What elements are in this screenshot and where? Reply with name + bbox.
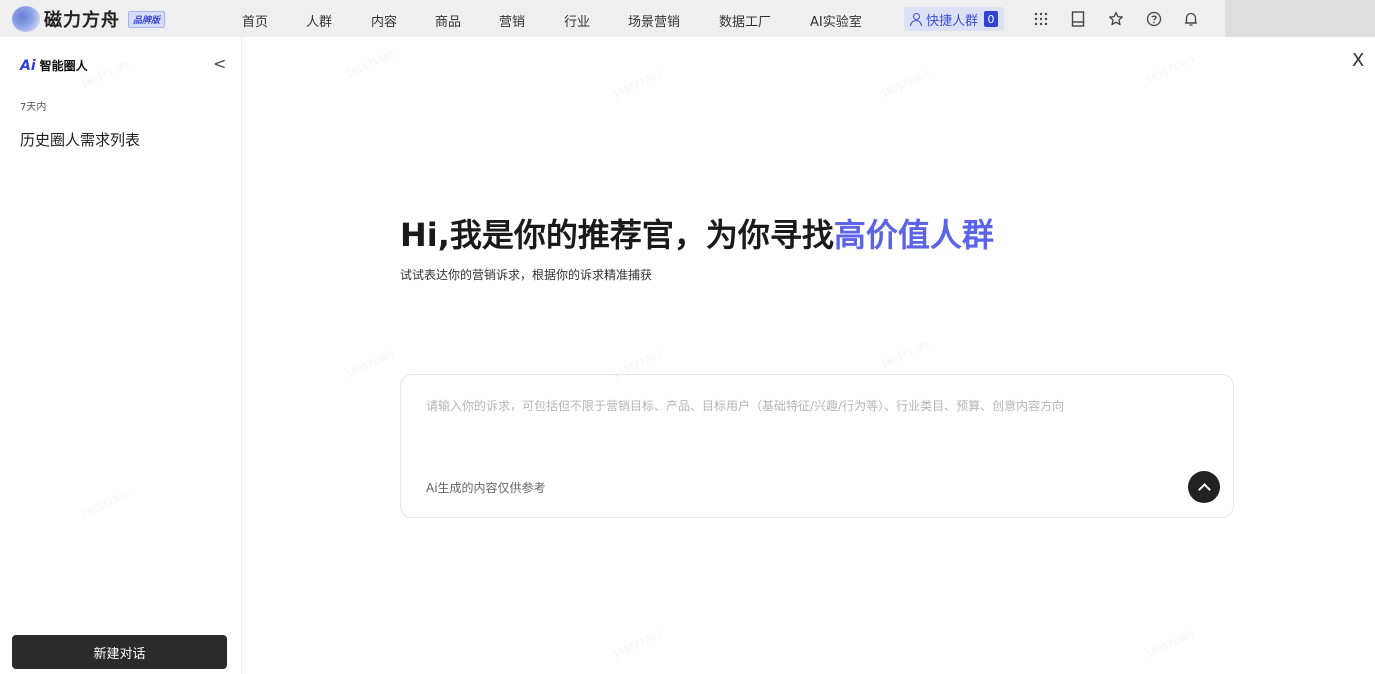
brand[interactable]: 磁力方舟 品牌版 xyxy=(12,6,166,32)
watermark: 165571385 xyxy=(345,349,397,381)
star-icon[interactable] xyxy=(1106,9,1126,29)
prompt-input[interactable] xyxy=(426,393,1206,419)
ai-logo-icon: Ai xyxy=(20,57,36,74)
sidebar: Ai 智能圈人 < 7天内 历史圈人需求列表 新建对话 xyxy=(0,37,242,674)
ai-disclaimer: Ai生成的内容仅供参考 xyxy=(426,481,546,495)
quick-crowd-count-badge: 0 xyxy=(984,11,999,27)
hero-title-prefix: Hi,我是你的推荐官，为你寻找 xyxy=(400,216,834,254)
history-group-label: 7天内 xyxy=(20,102,47,113)
nav-item-industry[interactable]: 行业 xyxy=(564,11,590,30)
hero-subtitle: 试试表达你的营销诉求，根据你的诉求精准捕获 xyxy=(400,268,653,282)
hero-title-highlight: 高价值人群 xyxy=(833,216,994,254)
nav-item-crowd[interactable]: 人群 xyxy=(306,11,332,30)
nav-item-goods[interactable]: 商品 xyxy=(435,11,461,30)
watermark: 165571385 xyxy=(880,69,932,101)
nav-item-scene-marketing[interactable]: 场景营销 xyxy=(628,11,680,30)
nav-item-home[interactable]: 首页 xyxy=(242,11,268,30)
prompt-card: Ai生成的内容仅供参考 xyxy=(400,374,1234,518)
collapse-sidebar-button[interactable]: < xyxy=(213,54,226,73)
quick-crowd-button[interactable]: 快捷人群 0 xyxy=(904,7,1005,31)
nav-item-ai-lab[interactable]: AI实验室 xyxy=(810,11,862,30)
nav-item-data-factory[interactable]: 数据工厂 xyxy=(719,11,771,30)
apps-grid-icon[interactable] xyxy=(1031,9,1051,29)
watermark: 165571385 xyxy=(1145,54,1197,86)
quick-crowd-label: 快捷人群 xyxy=(926,13,979,29)
chevron-up-icon xyxy=(1197,482,1211,496)
history-list-item[interactable]: 历史圈人需求列表 xyxy=(20,129,140,150)
bell-icon[interactable] xyxy=(1181,9,1201,29)
watermark: 165571385 xyxy=(345,49,397,81)
brand-logo-icon xyxy=(12,6,40,32)
brand-name: 磁力方舟 xyxy=(44,10,120,31)
help-icon[interactable] xyxy=(1144,9,1164,29)
bookmark-icon[interactable] xyxy=(1068,9,1088,29)
hero-title: Hi,我是你的推荐官，为你寻找高价值人群 xyxy=(400,210,994,256)
send-button[interactable] xyxy=(1188,471,1220,503)
nav-item-content[interactable]: 内容 xyxy=(371,11,397,30)
top-navigation: 磁力方舟 品牌版 首页 人群 内容 商品 营销 行业 场景营销 数据工厂 AI实… xyxy=(0,0,1375,37)
watermark: 165571385 xyxy=(880,339,932,371)
brand-edition-badge: 品牌版 xyxy=(128,10,166,28)
nav-right-area xyxy=(1225,0,1375,37)
person-icon xyxy=(910,13,922,26)
nav-item-marketing[interactable]: 营销 xyxy=(499,11,525,30)
sidebar-header: Ai 智能圈人 xyxy=(20,57,88,74)
watermark: 165571385 xyxy=(612,69,664,101)
new-chat-button[interactable]: 新建对话 xyxy=(12,635,227,669)
sidebar-title: 智能圈人 xyxy=(39,59,88,73)
close-button[interactable]: X xyxy=(1352,52,1364,70)
watermark: 165571385 xyxy=(1145,629,1197,661)
watermark: 165571385 xyxy=(612,629,664,661)
